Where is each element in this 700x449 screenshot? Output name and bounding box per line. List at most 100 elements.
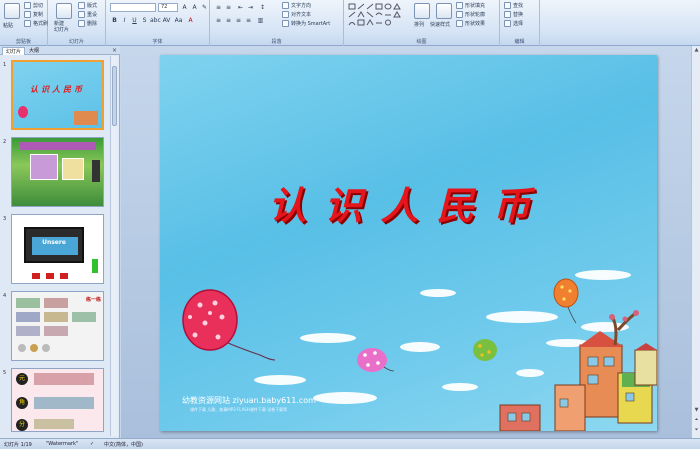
font-color-button[interactable]: A [186,16,195,25]
main-slide[interactable]: 认识人民币 幼教资源网站 ziyuan.baby611.com 课件下载 儿歌、… [160,55,657,431]
tab-outline[interactable]: 大纲 [26,47,42,55]
font-size-select[interactable]: 72 [158,3,178,12]
strike-button[interactable]: abc [150,16,161,25]
editing-group: 查找 替换 选择 编辑 [500,0,540,46]
tab-slides[interactable]: 幻灯片 [2,47,26,55]
line-spacing-button[interactable]: ↕ [258,3,267,12]
spacing-button[interactable]: AV [162,16,171,25]
scroll-up-icon[interactable]: ▲ [693,47,700,54]
new-slide-icon[interactable] [56,3,72,19]
clear-format-button[interactable]: ✎ [200,3,209,12]
slide-count: 幻灯片 1/19 [4,442,32,448]
spellcheck-icon[interactable]: ✓ [90,441,94,447]
smartart-label: 转换为 SmartArt [291,21,331,27]
quick-styles-button[interactable]: 快速样式 [430,21,450,28]
align-center-button[interactable]: ≡ [224,16,233,25]
align-text-icon [282,11,289,18]
select-label: 选择 [513,21,524,27]
shrink-font-button[interactable]: A [190,3,199,12]
replace-button[interactable]: 替换 [504,11,523,18]
jiao-badge: 角 [16,397,28,409]
drawing-group: 排列 快速样式 形状填充 形状轮廓 形状效果 绘图 [344,0,500,46]
language-indicator[interactable]: 中文(简体，中国) [104,441,143,448]
delete-icon [78,20,85,27]
shadow-button[interactable]: S [140,16,149,25]
justify-button[interactable]: ≡ [244,16,253,25]
text-direction-button[interactable]: 文字方向 [282,2,311,9]
brush-icon [24,20,31,27]
align-right-button[interactable]: ≡ [234,16,243,25]
bold-button[interactable]: B [110,16,119,25]
slide-number-5: 5 [3,370,7,376]
shape-fill-button[interactable]: 形状填充 [456,2,485,9]
layout-label: 版式 [87,3,98,9]
slide-thumbnail-1[interactable]: 认识人民币 [11,60,104,130]
shape-outline-button[interactable]: 形状轮廓 [456,11,485,18]
banknote-image [16,326,40,336]
panel-scroll-thumb[interactable] [112,66,117,126]
align-text-button[interactable]: 对齐文本 [282,11,311,18]
slide-thumbnail-3[interactable]: Unsere [11,214,104,284]
slide-thumbnail-4[interactable]: 练一练 [11,291,104,361]
format-painter-button[interactable]: 格式刷 [24,20,48,27]
thumb-image [62,158,84,180]
layout-button[interactable]: 版式 [78,2,97,9]
thumb-tag: 练一练 [86,297,102,303]
select-button[interactable]: 选择 [504,20,523,27]
slide-title[interactable]: 认识人民币 [160,175,657,230]
thumb-image [30,154,58,180]
arrange-icon[interactable] [414,3,430,19]
banknote-image [44,326,68,336]
grow-font-button[interactable]: A [180,3,189,12]
scissors-icon [24,2,31,9]
copy-button[interactable]: 复制 [24,11,43,18]
new-slide-button[interactable]: 新建 幻灯片 [54,21,69,33]
banknote-image [72,312,96,322]
status-bar: 幻灯片 1/19 "Watermark" ✓ 中文(简体，中国) [0,438,700,449]
paste-icon[interactable] [4,3,20,19]
underline-button[interactable]: U [130,16,139,25]
select-icon [504,20,511,27]
binoculars-icon [504,2,511,9]
slide-thumbnail-2[interactable] [11,137,104,207]
font-name-select[interactable] [110,3,156,12]
delete-slide-button[interactable]: 删除 [78,20,97,27]
thumb-image [92,160,100,182]
quick-styles-icon[interactable] [436,3,452,19]
decrease-indent-button[interactable]: ⇤ [236,3,245,12]
align-left-button[interactable]: ≡ [214,16,223,25]
outline-icon [456,11,463,18]
slides-group: 新建 幻灯片 版式 重设 删除 幻灯片 [48,0,106,46]
clipboard-label: 剪贴板 [15,39,31,45]
shapes-gallery[interactable] [348,3,408,27]
format-painter-label: 格式刷 [33,21,49,27]
text-direction-label: 文字方向 [291,3,312,9]
find-button[interactable]: 查找 [504,2,523,9]
replace-icon [504,11,511,18]
change-case-button[interactable]: Aa [174,16,183,25]
bullets-button[interactable]: ≡ [214,3,223,12]
banknote-image [34,419,74,429]
close-panel-icon[interactable]: × [112,47,117,54]
scroll-down-icon[interactable]: ▼ [693,407,700,414]
paste-button[interactable]: 粘贴 [3,22,13,29]
panel-scrollbar[interactable] [110,56,118,436]
canvas-vertical-scrollbar[interactable]: ▲ ▼ ⏶ ⏷ [691,46,700,438]
slide-number-4: 4 [3,293,7,299]
fen-badge: 分 [16,419,28,431]
slide-thumbnail-5[interactable]: 元 角 分 [11,368,104,432]
numbering-button[interactable]: ≡ [224,3,233,12]
banknote-image [44,298,68,308]
italic-button[interactable]: I [120,16,129,25]
cut-button[interactable]: 剪切 [24,2,43,9]
find-label: 查找 [513,3,524,9]
reset-button[interactable]: 重设 [78,11,97,18]
prev-slide-icon[interactable]: ⏶ [693,417,700,424]
clipboard-group: 粘贴 剪切 复制 格式刷 剪贴板 [0,0,48,46]
columns-button[interactable]: ▥ [256,16,265,25]
next-slide-icon[interactable]: ⏷ [693,427,700,434]
smartart-button[interactable]: 转换为 SmartArt [282,20,330,27]
increase-indent-button[interactable]: ⇥ [246,3,255,12]
arrange-button[interactable]: 排列 [414,21,424,28]
shape-effects-button[interactable]: 形状效果 [456,20,485,27]
